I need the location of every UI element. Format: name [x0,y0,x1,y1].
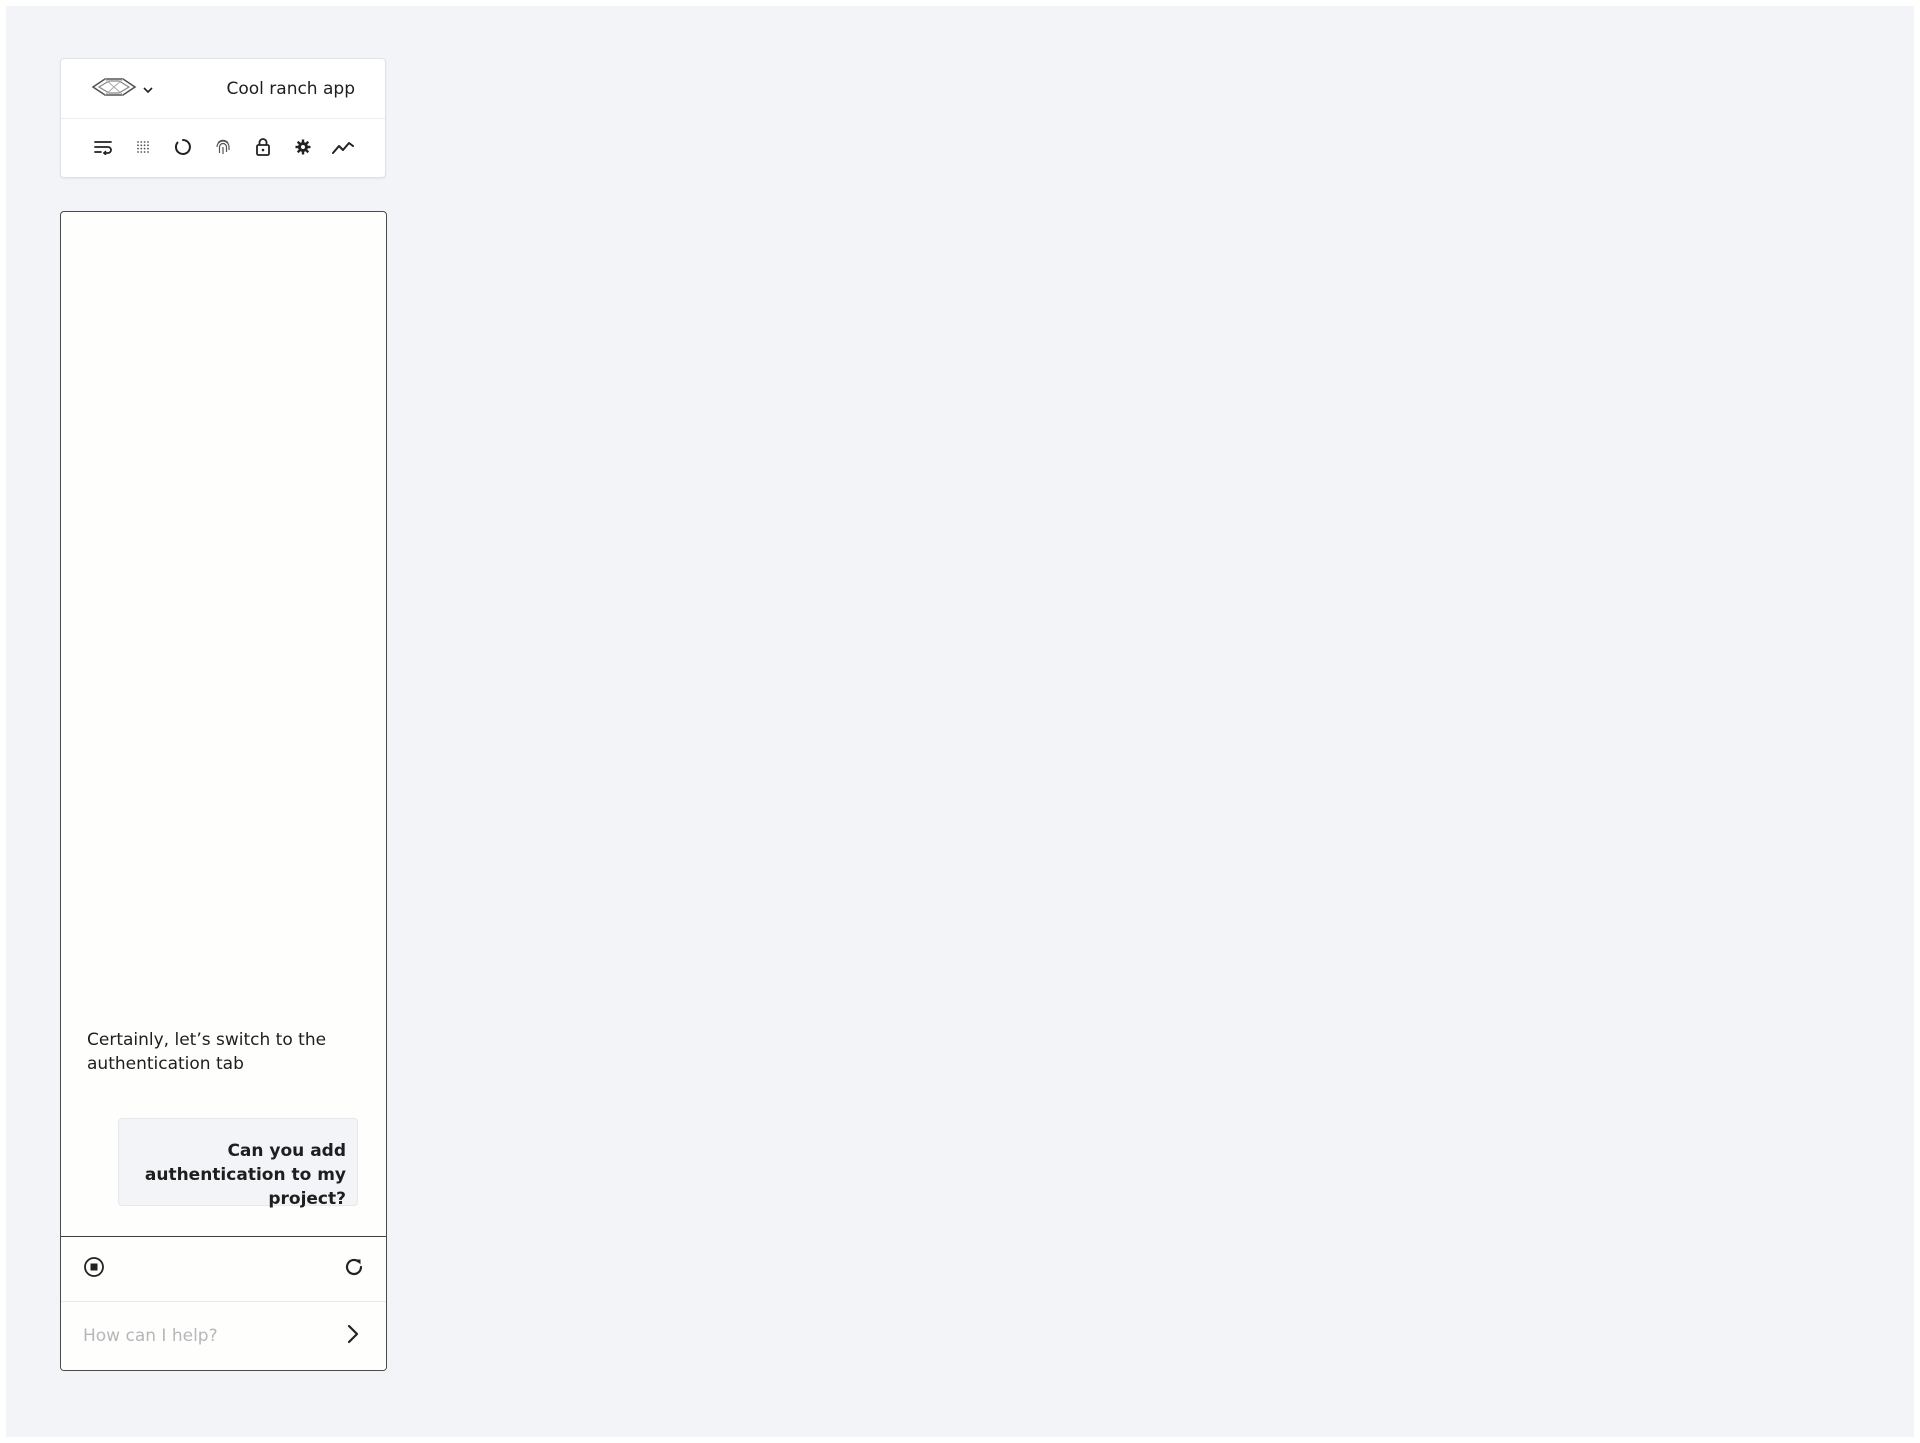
lock-button[interactable] [251,137,275,161]
refresh-icon [343,1256,365,1282]
chat-input[interactable] [81,1325,340,1347]
trend-line-icon [332,139,354,159]
fingerprint-button[interactable] [211,137,235,161]
stop-button[interactable] [81,1256,107,1282]
stop-circle-icon [83,1256,105,1282]
chat-input-row [61,1302,386,1370]
user-message: Can you add authentication to my project… [118,1118,358,1209]
analytics-button[interactable] [331,137,355,161]
project-name: Cool ranch app [226,78,355,99]
assistant-message: Certainly, let’s switch to the authentic… [87,1030,327,1074]
dot-grid-icon [136,139,150,158]
chat-panel: Certainly, let’s switch to the authentic… [60,211,387,1371]
send-button[interactable] [340,1323,366,1349]
text-wrap-button[interactable] [91,137,115,161]
lock-icon [255,137,271,161]
dot-grid-button[interactable] [131,137,155,161]
app-background: Cool ranch app Certainly, let’s switch t… [6,6,1914,1437]
gear-icon [295,139,311,159]
refresh-button[interactable] [341,1256,367,1282]
project-header: Cool ranch app [61,59,385,119]
project-switcher[interactable] [91,76,153,102]
chat-controls [61,1236,386,1302]
chevron-down-icon [143,79,153,98]
chevron-right-icon [346,1324,360,1348]
circle-spinner-icon [174,138,192,160]
message-list: Certainly, let’s switch to the authentic… [61,212,386,1232]
project-card: Cool ranch app [60,58,386,178]
fingerprint-icon [215,138,231,160]
toolbar [61,119,385,178]
logo-diamond-icon [91,76,137,102]
settings-button[interactable] [291,137,315,161]
spinner-button[interactable] [171,137,195,161]
text-wrap-icon [94,139,112,159]
